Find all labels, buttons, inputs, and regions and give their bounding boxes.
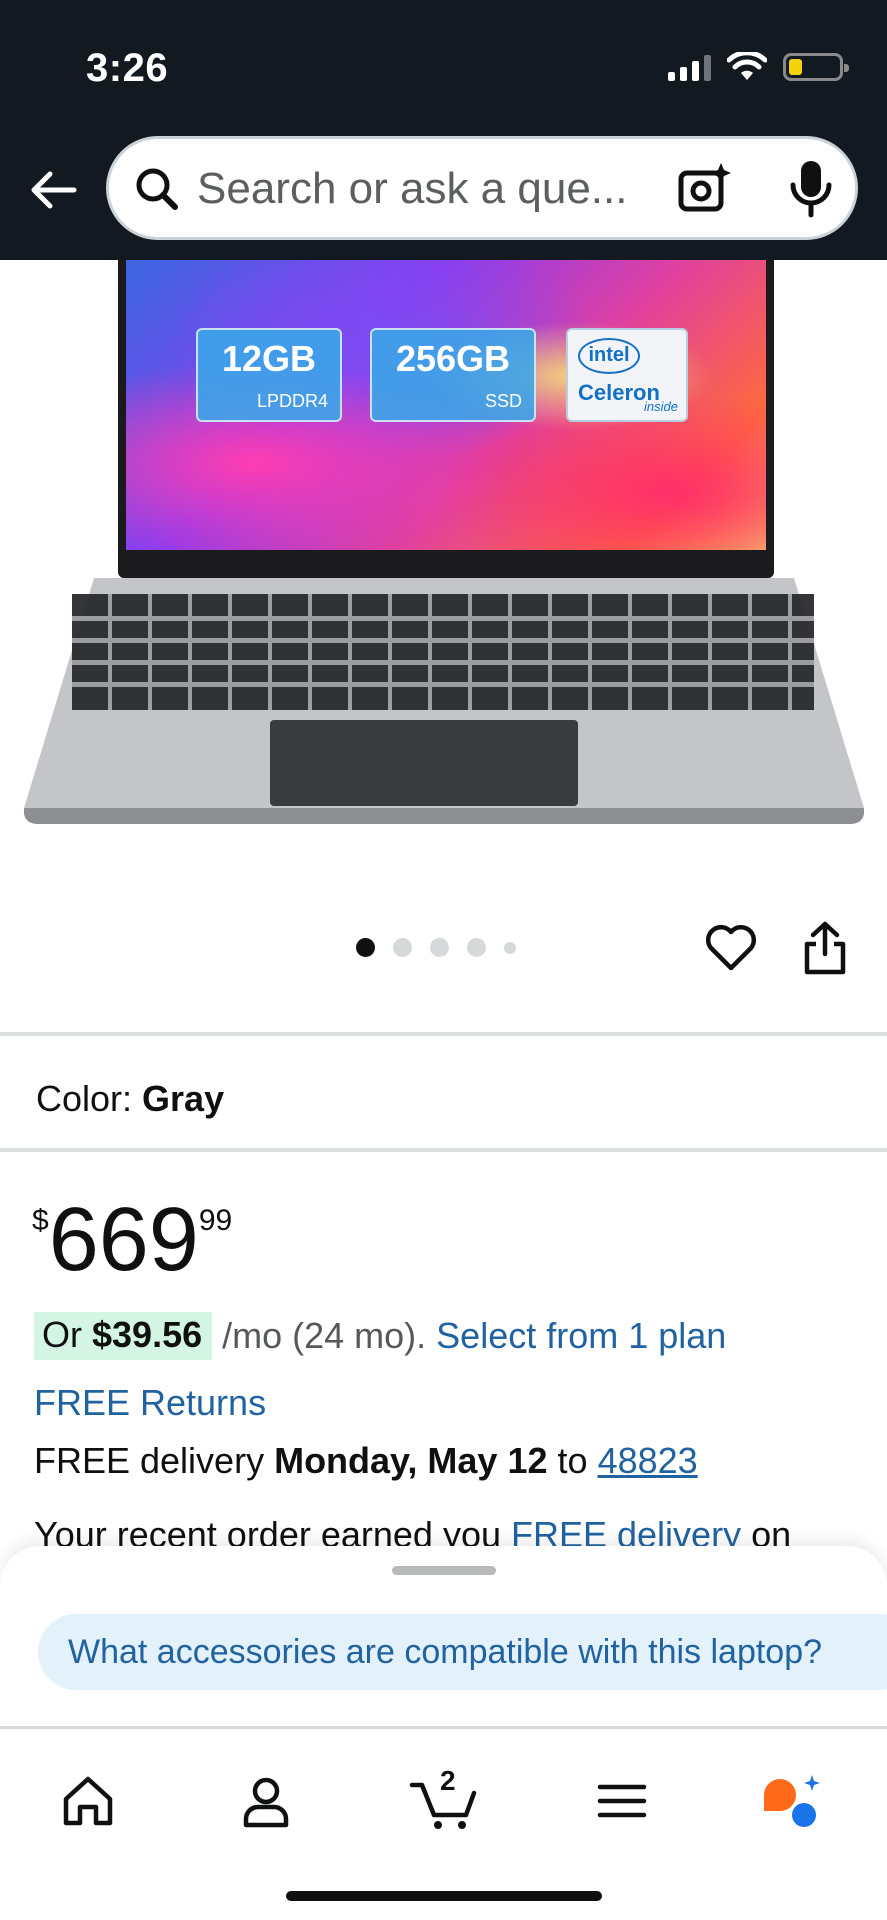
camera-sparkle-icon [678, 163, 731, 212]
price: $ 669 99 [32, 1190, 233, 1290]
share-button[interactable] [800, 920, 850, 976]
tab-menu[interactable] [590, 1769, 654, 1833]
keyboard [72, 594, 814, 710]
share-icon [804, 921, 846, 975]
tab-home[interactable] [56, 1769, 120, 1833]
microphone-icon [790, 161, 832, 218]
search-bar[interactable] [106, 136, 858, 240]
back-arrow-icon [31, 171, 77, 209]
ram-type: LPDDR4 [256, 391, 328, 411]
carousel-dot[interactable] [430, 938, 449, 957]
home-indicator [286, 1891, 602, 1901]
carousel-dot[interactable] [356, 938, 375, 957]
cpu-badge: intel Celeron inside [566, 328, 688, 422]
voice-search-button[interactable] [785, 157, 837, 219]
heart-icon [705, 924, 757, 971]
delivery-prefix: FREE delivery [34, 1440, 265, 1481]
select-plan-link[interactable]: Select from 1 plan [436, 1315, 726, 1357]
financing-prefix: Or [42, 1314, 82, 1355]
storage-size: 256GB [395, 338, 511, 379]
delivery-to: to [557, 1440, 588, 1481]
image-carousel-dots[interactable] [356, 938, 516, 957]
search-icon [136, 168, 178, 210]
storage-badge: 256GB SSD [370, 328, 536, 422]
divider [0, 1032, 887, 1036]
divider [0, 1148, 887, 1152]
sheet-grabber[interactable] [392, 1566, 496, 1575]
tab-rufus-assistant[interactable] [760, 1769, 824, 1833]
ram-badge: 12GB LPDDR4 [196, 328, 342, 422]
key-row-gap [72, 616, 814, 621]
carousel-dot[interactable] [504, 941, 516, 954]
financing-offer: Or $39.56 /mo (24 mo). Select from 1 pla… [34, 1312, 726, 1360]
cellular-signal-icon [668, 53, 711, 81]
color-label: Color: [36, 1078, 133, 1119]
assistant-bottom-sheet[interactable]: What accessories are compatible with thi… [0, 1546, 887, 1726]
product-image[interactable]: 12GB LPDDR4 256GB SSD intel Celeron insi… [0, 260, 887, 850]
ram-size: 12GB [221, 338, 317, 379]
laptop-screen: 12GB LPDDR4 256GB SSD intel Celeron insi… [118, 260, 774, 578]
top-header: 3:26 [0, 0, 887, 260]
cart-count-badge: 2 [440, 1765, 456, 1796]
home-icon [63, 1776, 113, 1826]
carousel-dot[interactable] [467, 938, 486, 957]
delivery-info: FREE delivery Monday, May 12 to 48823 [34, 1440, 698, 1482]
intel-logo: intel [578, 338, 640, 374]
price-fraction: 99 [198, 1204, 233, 1237]
carousel-dot[interactable] [393, 938, 412, 957]
account-icon [243, 1777, 289, 1828]
color-value: Gray [142, 1078, 225, 1119]
key-row-gap [72, 660, 814, 665]
financing-monthly: $39.56 [92, 1314, 203, 1355]
financing-highlight: Or $39.56 [34, 1312, 213, 1360]
key-row-gap [72, 682, 814, 687]
storage-type: SSD [484, 391, 522, 411]
color-selector[interactable]: Color: Gray [36, 1078, 224, 1120]
add-to-list-button[interactable] [704, 922, 758, 972]
menu-icon [597, 1784, 647, 1818]
free-returns-link[interactable]: FREE Returns [34, 1382, 266, 1424]
back-button[interactable] [26, 162, 82, 218]
key-row-gap [72, 638, 814, 643]
status-icons [668, 52, 849, 82]
suggested-question-chip[interactable]: What accessories are compatible with thi… [38, 1614, 887, 1690]
cpu-inside: inside [644, 399, 678, 414]
status-time: 3:26 [86, 46, 169, 90]
delivery-zip-link[interactable]: 48823 [598, 1440, 698, 1481]
wifi-icon [727, 52, 767, 80]
battery-icon [783, 53, 849, 81]
touchpad [270, 720, 578, 806]
tab-account[interactable] [234, 1769, 298, 1833]
tab-cart[interactable]: 2 [408, 1765, 480, 1833]
price-whole: 669 [48, 1190, 199, 1290]
search-input[interactable] [197, 161, 753, 217]
rufus-assistant-icon [764, 1775, 820, 1827]
price-symbol: $ [32, 1204, 49, 1237]
camera-search-button[interactable] [675, 159, 735, 219]
financing-term: /mo (24 mo). [222, 1315, 427, 1356]
delivery-date: Monday, May 12 [274, 1440, 548, 1481]
